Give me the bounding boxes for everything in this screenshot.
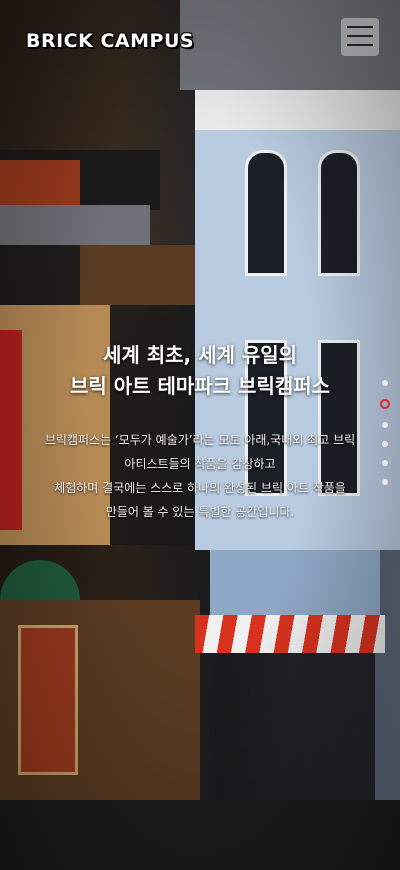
pagination-dot[interactable] bbox=[382, 422, 388, 428]
description-line: 체험하며 결국에는 스스로 하나의 완성된 브릭 아트 작품을 bbox=[54, 481, 346, 495]
menu-button[interactable] bbox=[341, 18, 379, 56]
pagination-dot[interactable] bbox=[382, 479, 388, 485]
brick-campus-logo[interactable]: BRICK CAMPUS bbox=[26, 30, 194, 52]
pagination-dot[interactable] bbox=[382, 441, 388, 447]
description-line: 브릭캠퍼스는 ‘모두가 예술가’라는 모토 아래,국내외 최고 브릭 bbox=[44, 433, 356, 447]
hero-description: 브릭캠퍼스는 ‘모두가 예술가’라는 모토 아래,국내외 최고 브릭 아티스트들… bbox=[10, 428, 390, 524]
description-line: 아티스트들의 작품을 감상하고 bbox=[124, 457, 276, 471]
slide-pagination bbox=[380, 380, 390, 498]
hamburger-menu-icon bbox=[347, 26, 373, 28]
pagination-dot[interactable] bbox=[382, 380, 388, 386]
hero-headline: 세계 최초, 세계 유일의 브릭 아트 테마파크 브릭캠퍼스 bbox=[0, 340, 400, 402]
headline-line: 브릭 아트 테마파크 브릭캠퍼스 bbox=[69, 374, 331, 398]
description-line: 만들어 볼 수 있는 특별한 공간입니다. bbox=[105, 505, 295, 519]
pagination-dot[interactable] bbox=[382, 460, 388, 466]
pagination-dot-active[interactable] bbox=[380, 399, 390, 409]
headline-line: 세계 최초, 세계 유일의 bbox=[102, 343, 298, 367]
